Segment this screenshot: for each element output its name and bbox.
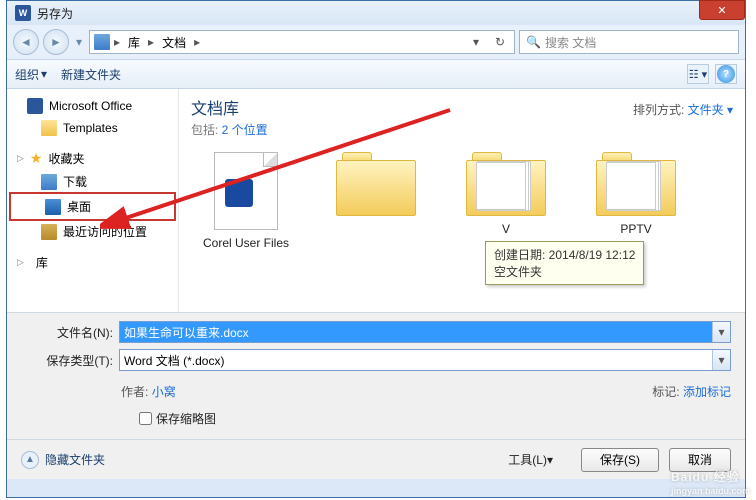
arrange-by: 排列方式: 文件夹 ▾ <box>633 101 733 118</box>
recent-icon <box>41 224 57 240</box>
nav-history-dropdown[interactable]: ▾ <box>73 29 85 55</box>
form-area: 文件名(N): ▾ 保存类型(T): ▾ 作者: 小窝 标记: 添加标记 <box>7 313 745 439</box>
close-button[interactable]: ✕ <box>699 0 745 20</box>
arrange-by-link[interactable]: 文件夹 ▾ <box>688 103 733 117</box>
library-locations-link[interactable]: 2 个位置 <box>222 123 268 137</box>
filename-input[interactable]: ▾ <box>119 321 731 343</box>
file-list-pane: 文档库 排列方式: 文件夹 ▾ 包括: 2 个位置 Corel User Fil… <box>179 89 745 312</box>
search-icon: 🔍 <box>526 35 541 49</box>
tools-button[interactable]: 工具(L) ▾ <box>490 448 571 472</box>
word-app-icon: W <box>15 5 31 21</box>
toolbar: 组织 ▾ 新建文件夹 ☷ ▾ ? <box>7 59 745 89</box>
sidebar-item-recent[interactable]: 最近访问的位置 <box>7 220 178 243</box>
new-folder-button[interactable]: 新建文件夹 <box>61 66 121 83</box>
search-placeholder: 搜索 文档 <box>545 34 596 51</box>
sidebar-group-libraries[interactable]: ▷库 <box>7 251 178 274</box>
breadcrumb-sep-icon: ▸ <box>148 35 154 49</box>
library-icon <box>94 34 110 50</box>
chevron-down-icon: ▾ <box>41 67 47 81</box>
folder-icon <box>596 152 676 216</box>
file-icon <box>214 152 278 230</box>
annotation-highlight: 桌面 <box>9 192 176 221</box>
breadcrumb-sep-icon: ▸ <box>194 35 200 49</box>
filetype-label: 保存类型(T): <box>21 352 119 369</box>
sidebar-group-favorites[interactable]: ▷★收藏夹 <box>7 147 178 170</box>
address-dropdown-icon[interactable]: ▾ <box>466 32 486 52</box>
view-options-button[interactable]: ☷ ▾ <box>687 64 709 84</box>
sidebar-item-downloads[interactable]: 下载 <box>7 170 178 193</box>
author-link[interactable]: 小窝 <box>152 385 176 399</box>
expand-icon: ▷ <box>17 257 24 268</box>
breadcrumb-sep-icon: ▸ <box>114 35 120 49</box>
help-icon: ? <box>717 65 735 83</box>
sidebar-item-desktop[interactable]: 桌面 <box>11 195 174 218</box>
sidebar: Microsoft Office Templates ▷★收藏夹 下载 桌面 最… <box>7 89 179 312</box>
chevron-down-icon[interactable]: ▾ <box>712 322 730 342</box>
filetype-select[interactable]: ▾ <box>119 349 731 371</box>
file-item[interactable]: V <box>451 152 561 250</box>
save-thumbnail-label: 保存缩略图 <box>156 410 216 427</box>
expand-icon: ▷ <box>17 153 24 164</box>
help-button[interactable]: ? <box>715 64 737 84</box>
library-title: 文档库 <box>191 95 239 119</box>
save-thumbnail-checkbox[interactable] <box>139 412 152 425</box>
forward-button[interactable]: ► <box>43 29 69 55</box>
chevron-down-icon[interactable]: ▾ <box>712 350 730 370</box>
file-item[interactable] <box>321 152 431 250</box>
tooltip: 创建日期: 2014/8/19 12:12 空文件夹 <box>485 241 644 285</box>
folder-icon <box>466 152 546 216</box>
star-icon: ★ <box>30 150 43 167</box>
file-item[interactable]: Corel User Files <box>191 152 301 250</box>
sidebar-item-office[interactable]: Microsoft Office <box>7 95 178 117</box>
sidebar-item-templates[interactable]: Templates <box>7 117 178 139</box>
titlebar: W 另存为 ✕ <box>7 1 745 25</box>
author-field: 作者: 小窝 <box>121 383 176 400</box>
save-as-dialog: W 另存为 ✕ ◄ ► ▾ ▸ 库 ▸ 文档 ▸ ▾ ↻ 🔍 搜索 文档 组织 … <box>6 0 746 498</box>
filename-label: 文件名(N): <box>21 324 119 341</box>
address-bar[interactable]: ▸ 库 ▸ 文档 ▸ ▾ ↻ <box>89 30 515 54</box>
tags-field: 标记: 添加标记 <box>652 383 731 400</box>
back-button[interactable]: ◄ <box>13 29 39 55</box>
word-icon <box>27 98 43 114</box>
tags-link[interactable]: 添加标记 <box>683 385 731 399</box>
collapse-icon: ▲ <box>21 451 39 469</box>
nav-bar: ◄ ► ▾ ▸ 库 ▸ 文档 ▸ ▾ ↻ 🔍 搜索 文档 <box>7 25 745 59</box>
breadcrumb[interactable]: 库 <box>124 32 144 53</box>
library-subtitle: 包括: 2 个位置 <box>191 121 733 138</box>
window-title: 另存为 <box>37 5 73 22</box>
footer: ▲ 隐藏文件夹 工具(L) ▾ 保存(S) 取消 <box>7 439 745 479</box>
watermark: Baidu 经验 jingyan.baidu.com <box>671 468 750 496</box>
folder-icon <box>41 120 57 136</box>
hide-folders-button[interactable]: ▲ 隐藏文件夹 <box>21 451 105 469</box>
save-button[interactable]: 保存(S) <box>581 448 659 472</box>
organize-button[interactable]: 组织 ▾ <box>15 66 47 83</box>
desktop-icon <box>45 199 61 215</box>
folder-icon <box>336 152 416 216</box>
refresh-button[interactable]: ↻ <box>490 32 510 52</box>
breadcrumb[interactable]: 文档 <box>158 32 190 53</box>
search-input[interactable]: 🔍 搜索 文档 <box>519 30 739 54</box>
file-item[interactable]: PPTV <box>581 152 691 250</box>
downloads-icon <box>41 174 57 190</box>
